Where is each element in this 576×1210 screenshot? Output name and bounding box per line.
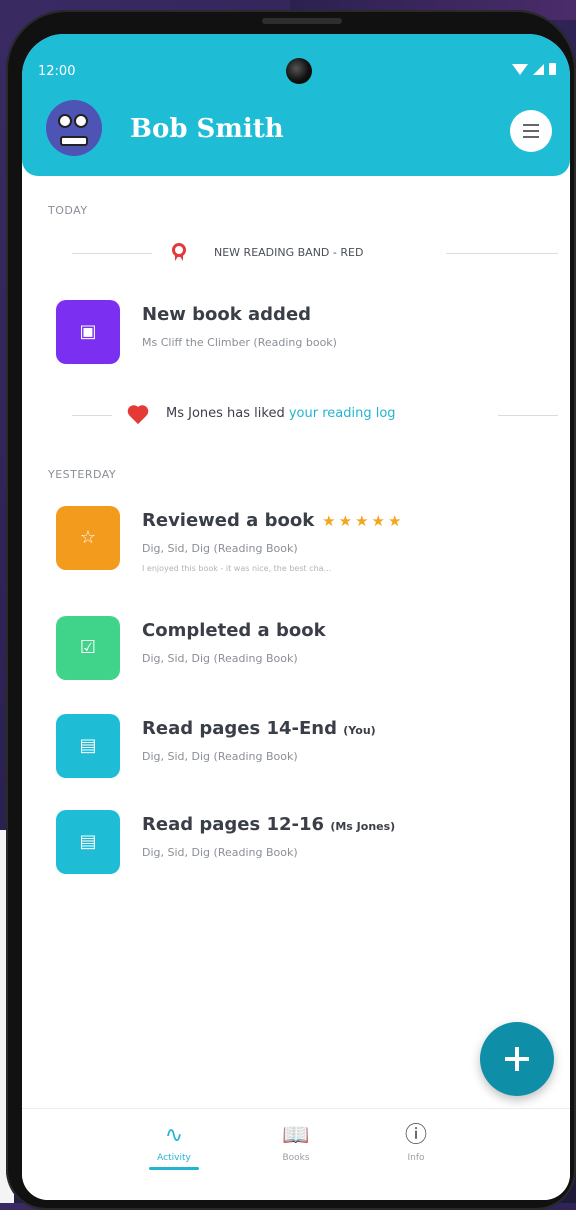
item-author: (You) [343, 724, 376, 737]
avatar-mouth [60, 136, 88, 146]
reading-band-text: NEW READING BAND - RED [214, 246, 364, 259]
star-tile: ☆ [56, 506, 120, 570]
document-tile: ▤ [56, 714, 120, 778]
item-subtitle: Ms Cliff the Climber (Reading book) [142, 336, 337, 349]
speaker-grille [262, 18, 342, 24]
item-title: New book added [142, 304, 312, 325]
document-icon: ▤ [79, 735, 97, 756]
rating-stars: ★★★★★ [322, 512, 405, 530]
nav-label-books: Books [282, 1153, 310, 1163]
document-icon: ▤ [79, 831, 97, 852]
divider-line [72, 253, 152, 254]
document-tile: ▤ [56, 810, 120, 874]
menu-button[interactable] [510, 110, 552, 152]
nav-label-activity: Activity [157, 1153, 191, 1163]
add-button[interactable] [480, 1022, 554, 1096]
book-tile: ▣ [56, 300, 120, 364]
list-item-completed[interactable]: ☑ Completed a book Dig, Sid, Dig (Readin… [56, 616, 556, 686]
book-icon: ▣ [79, 321, 97, 342]
user-name: Bob Smith [130, 114, 284, 144]
check-tile: ☑ [56, 616, 120, 680]
signal-icon [533, 63, 544, 75]
like-prefix: Ms Jones has liked [166, 406, 289, 421]
section-yesterday: YESTERDAY [48, 468, 117, 481]
avatar-eye-right [74, 114, 88, 128]
item-title: Completed a book [142, 620, 326, 641]
phone-frame: 12:00 Bob Smith TODAY NEW READING BAND -… [6, 10, 576, 1210]
nav-tab-books[interactable]: 📖 Books [256, 1121, 336, 1163]
avatar[interactable] [46, 100, 102, 156]
status-time: 12:00 [38, 64, 76, 79]
divider-line [446, 253, 558, 254]
reading-band-row: NEW READING BAND - RED [72, 242, 558, 264]
info-icon: ⓘ [404, 1123, 427, 1148]
item-subtitle: Dig, Sid, Dig (Reading Book) [142, 652, 298, 665]
status-icons [512, 63, 556, 75]
nav-tab-info[interactable]: ⓘ Info [376, 1121, 456, 1163]
item-title: Read pages 14-End (You) [142, 718, 376, 739]
star-icon: ☆ [79, 527, 97, 548]
wifi-icon [512, 63, 528, 75]
checkbox-icon: ☑ [79, 637, 97, 658]
heart-icon [128, 406, 150, 426]
app-header: 12:00 Bob Smith [22, 34, 570, 176]
item-title-text: Reviewed a book [142, 510, 315, 531]
item-subtitle: Dig, Sid, Dig (Reading Book) [142, 750, 298, 763]
review-note: I enjoyed this book - it was nice, the b… [142, 564, 332, 573]
item-author: (Ms Jones) [330, 820, 396, 833]
bottom-nav: ∿ Activity 📖 Books ⓘ Info [22, 1108, 570, 1200]
activity-icon: ∿ [164, 1123, 184, 1148]
like-row: Ms Jones has liked your reading log [72, 404, 558, 426]
list-item-new-book[interactable]: ▣ New book added Ms Cliff the Climber (R… [56, 300, 556, 370]
item-subtitle: Dig, Sid, Dig (Reading Book) [142, 846, 298, 859]
book-open-icon: 📖 [282, 1123, 310, 1148]
nav-tab-activity[interactable]: ∿ Activity [134, 1121, 214, 1170]
front-camera [286, 58, 312, 84]
battery-icon [549, 63, 556, 75]
list-item-read-pages-2[interactable]: ▤ Read pages 12-16 (Ms Jones) Dig, Sid, … [56, 810, 556, 880]
section-today: TODAY [48, 204, 88, 217]
menu-icon [523, 124, 539, 138]
item-title: Read pages 12-16 (Ms Jones) [142, 814, 395, 835]
item-subtitle: Dig, Sid, Dig (Reading Book) [142, 542, 298, 555]
list-item-read-pages-1[interactable]: ▤ Read pages 14-End (You) Dig, Sid, Dig … [56, 714, 556, 784]
plus-icon-vertical [515, 1047, 519, 1071]
item-title-text: Read pages 12-16 [142, 814, 325, 835]
divider-line [498, 415, 558, 416]
ribbon-icon [172, 243, 186, 263]
nav-label-info: Info [407, 1153, 425, 1163]
app-screen: 12:00 Bob Smith TODAY NEW READING BAND -… [22, 34, 570, 1200]
like-text: Ms Jones has liked your reading log [166, 406, 396, 421]
reading-log-link[interactable]: your reading log [289, 406, 396, 421]
avatar-eye-left [58, 114, 72, 128]
list-item-reviewed[interactable]: ☆ Reviewed a book ★★★★★ Dig, Sid, Dig (Re… [56, 506, 556, 576]
item-title: Reviewed a book ★★★★★ [142, 510, 404, 531]
item-title-text: Read pages 14-End [142, 718, 337, 739]
active-tab-indicator [149, 1167, 199, 1170]
divider-line [72, 415, 112, 416]
